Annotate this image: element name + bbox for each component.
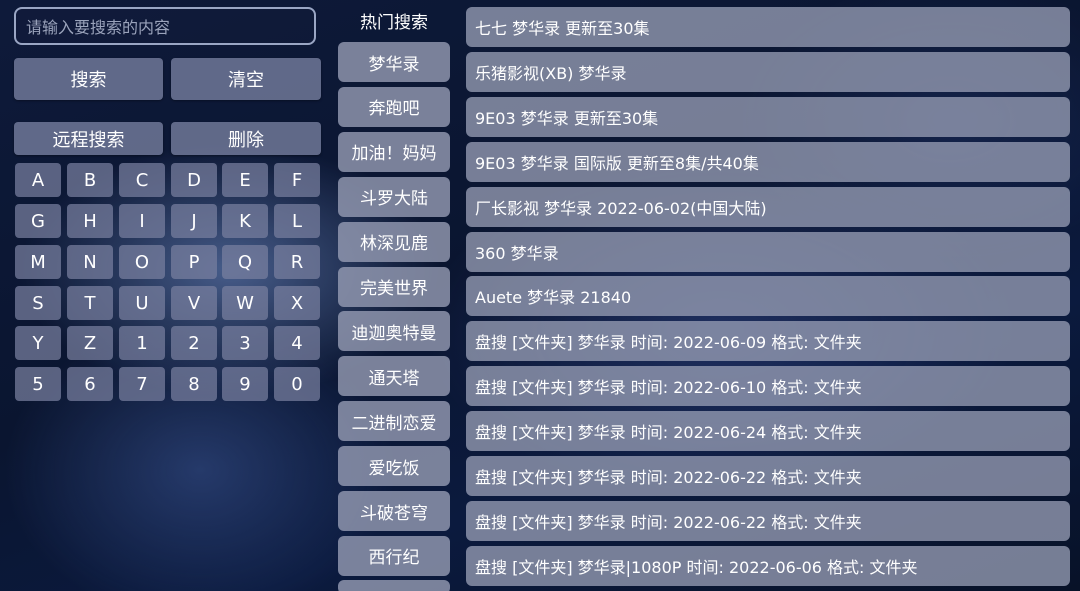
key-r[interactable]: R (274, 245, 320, 279)
result-item[interactable]: 盘搜 [文件夹] 梦华录|1080P 时间: 2022-06-06 格式: 文件… (466, 545, 1070, 586)
search-button[interactable]: 搜索 (14, 58, 163, 100)
result-item[interactable]: 9E03 梦华录 更新至30集 (466, 96, 1070, 137)
hot-item[interactable]: 加油！妈妈 (338, 131, 450, 172)
hot-search-title: 热门搜索 (360, 13, 428, 33)
key-1[interactable]: 1 (119, 326, 165, 360)
key-9[interactable]: 9 (222, 367, 268, 401)
key-o[interactable]: O (119, 245, 165, 279)
hot-item[interactable]: 通天塔 (338, 356, 450, 397)
key-d[interactable]: D (171, 163, 217, 197)
key-c[interactable]: C (119, 163, 165, 197)
key-6[interactable]: 6 (67, 367, 113, 401)
delete-button[interactable]: 删除 (171, 122, 321, 155)
key-t[interactable]: T (67, 286, 113, 320)
key-3[interactable]: 3 (222, 326, 268, 360)
key-0[interactable]: 0 (274, 367, 320, 401)
key-2[interactable]: 2 (171, 326, 217, 360)
result-item[interactable]: 盘搜 [文件夹] 梦华录 时间: 2022-06-10 格式: 文件夹 (466, 366, 1070, 407)
result-item[interactable]: Auete 梦华录 21840 (466, 276, 1070, 317)
key-v[interactable]: V (171, 286, 217, 320)
key-p[interactable]: P (171, 245, 217, 279)
key-l[interactable]: L (274, 204, 320, 238)
key-h[interactable]: H (67, 204, 113, 238)
key-f[interactable]: F (274, 163, 320, 197)
search-box[interactable] (14, 7, 316, 45)
key-w[interactable]: W (222, 286, 268, 320)
key-7[interactable]: 7 (119, 367, 165, 401)
hot-item[interactable]: 西行纪 (338, 535, 450, 576)
key-g[interactable]: G (15, 204, 61, 238)
hot-item-partial[interactable] (338, 580, 450, 591)
result-item[interactable]: 盘搜 [文件夹] 梦华录 时间: 2022-06-24 格式: 文件夹 (466, 411, 1070, 452)
key-s[interactable]: S (15, 286, 61, 320)
remote-search-button[interactable]: 远程搜索 (14, 122, 163, 155)
search-input[interactable] (24, 9, 308, 45)
result-item[interactable]: 9E03 梦华录 国际版 更新至8集/共40集 (466, 141, 1070, 182)
key-b[interactable]: B (67, 163, 113, 197)
result-item[interactable]: 七七 梦华录 更新至30集 (466, 7, 1070, 47)
key-q[interactable]: Q (222, 245, 268, 279)
result-item[interactable]: 盘搜 [文件夹] 梦华录 时间: 2022-06-22 格式: 文件夹 (466, 500, 1070, 541)
key-e[interactable]: E (222, 163, 268, 197)
key-k[interactable]: K (222, 204, 268, 238)
hot-item[interactable]: 完美世界 (338, 266, 450, 307)
key-x[interactable]: X (274, 286, 320, 320)
key-m[interactable]: M (15, 245, 61, 279)
result-item[interactable]: 盘搜 [文件夹] 梦华录 时间: 2022-06-22 格式: 文件夹 (466, 456, 1070, 496)
key-u[interactable]: U (119, 286, 165, 320)
result-item[interactable]: 盘搜 [文件夹] 梦华录 时间: 2022-06-09 格式: 文件夹 (466, 321, 1070, 362)
key-y[interactable]: Y (15, 326, 61, 360)
hot-item[interactable]: 斗罗大陆 (338, 176, 450, 217)
hot-item[interactable]: 奔跑吧 (338, 86, 450, 127)
result-item[interactable]: 厂长影视 梦华录 2022-06-02(中国大陆) (466, 186, 1070, 227)
hot-item[interactable]: 二进制恋爱 (338, 401, 450, 442)
hot-item[interactable]: 林深见鹿 (338, 221, 450, 262)
clear-button[interactable]: 清空 (171, 58, 321, 100)
key-i[interactable]: I (119, 204, 165, 238)
key-8[interactable]: 8 (171, 367, 217, 401)
key-5[interactable]: 5 (15, 367, 61, 401)
key-n[interactable]: N (67, 245, 113, 279)
key-j[interactable]: J (171, 204, 217, 238)
hot-item[interactable]: 梦华录 (338, 42, 450, 82)
result-item[interactable]: 乐猪影视(XB) 梦华录 (466, 51, 1070, 92)
hot-item[interactable]: 迪迦奥特曼 (338, 311, 450, 352)
hot-item[interactable]: 爱吃饭 (338, 446, 450, 487)
key-z[interactable]: Z (67, 326, 113, 360)
key-a[interactable]: A (15, 163, 61, 197)
result-item[interactable]: 360 梦华录 (466, 231, 1070, 272)
hot-item[interactable]: 斗破苍穹 (338, 491, 450, 531)
key-4[interactable]: 4 (274, 326, 320, 360)
